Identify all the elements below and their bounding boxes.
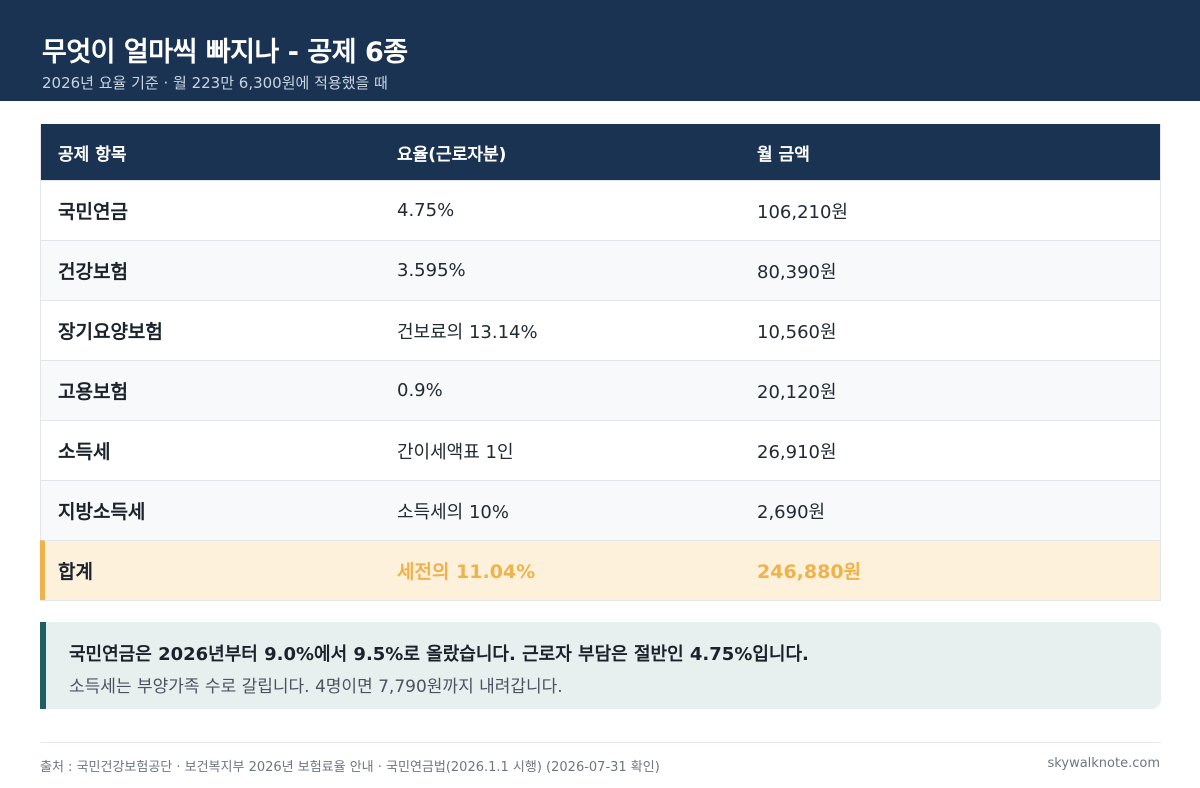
- column-header-item: 공제 항목: [58, 144, 127, 165]
- deduction-name: 건강보험: [58, 261, 128, 283]
- deduction-name: 국민연금: [58, 201, 128, 223]
- table-row: 고용보험 0.9% 20,120원: [41, 360, 1160, 420]
- deduction-rate: 3.595%: [397, 260, 466, 281]
- deduction-table: 공제 항목 요율(근로자분) 월 금액 국민연금 4.75% 106,210원 …: [40, 124, 1161, 601]
- deduction-rate: 4.75%: [397, 200, 455, 221]
- deduction-amount: 10,560원: [757, 321, 837, 343]
- source-citation: 출처 : 국민건강보험공단 · 보건복지부 2026년 보험료율 안내 · 국민…: [40, 760, 660, 775]
- total-label: 합계: [58, 561, 93, 583]
- deduction-amount: 80,390원: [757, 261, 837, 283]
- deduction-name: 지방소득세: [58, 501, 146, 523]
- brand-link[interactable]: skywalknote.com: [1048, 756, 1160, 771]
- deduction-name: 소득세: [58, 441, 111, 463]
- note-headline: 국민연금은 2026년부터 9.0%에서 9.5%로 올랐습니다. 근로자 부담…: [69, 644, 809, 665]
- deduction-amount: 106,210원: [757, 201, 848, 223]
- deduction-name: 고용보험: [58, 381, 128, 403]
- total-rate: 세전의 11.04%: [397, 561, 536, 583]
- page-subtitle: 2026년 요율 기준 · 월 223만 6,300원에 적용했을 때: [42, 74, 388, 92]
- table-row: 장기요양보험 건보료의 13.14% 10,560원: [41, 300, 1160, 360]
- note-detail: 소득세는 부양가족 수로 갈립니다. 4명이면 7,790원까지 내려갑니다.: [69, 677, 563, 697]
- table-row: 소득세 간이세액표 1인 26,910원: [41, 420, 1160, 480]
- deduction-amount: 2,690원: [757, 501, 826, 523]
- deduction-amount: 26,910원: [757, 441, 837, 463]
- table-row: 건강보험 3.595% 80,390원: [41, 240, 1160, 300]
- deduction-amount: 20,120원: [757, 381, 837, 403]
- page-header: 무엇이 얼마씩 빠지나 - 공제 6종 2026년 요율 기준 · 월 223만…: [0, 0, 1200, 101]
- deduction-rate: 간이세액표 1인: [397, 441, 514, 463]
- deduction-rate: 0.9%: [397, 380, 443, 401]
- deduction-rate: 소득세의 10%: [397, 501, 509, 523]
- footer-divider: [40, 742, 1161, 743]
- page-title: 무엇이 얼마씩 빠지나 - 공제 6종: [42, 37, 408, 68]
- table-row: 국민연금 4.75% 106,210원: [41, 180, 1160, 240]
- info-note: 국민연금은 2026년부터 9.0%에서 9.5%로 올랐습니다. 근로자 부담…: [40, 622, 1161, 709]
- deduction-name: 장기요양보험: [58, 321, 163, 343]
- table-row: 지방소득세 소득세의 10% 2,690원: [41, 480, 1160, 540]
- table-header: 공제 항목 요율(근로자분) 월 금액: [41, 124, 1160, 180]
- total-row: 합계 세전의 11.04% 246,880원: [40, 540, 1160, 600]
- column-header-amount: 월 금액: [757, 144, 810, 165]
- deduction-rate: 건보료의 13.14%: [397, 321, 538, 343]
- total-amount: 246,880원: [757, 561, 862, 583]
- column-header-rate: 요율(근로자분): [397, 144, 507, 165]
